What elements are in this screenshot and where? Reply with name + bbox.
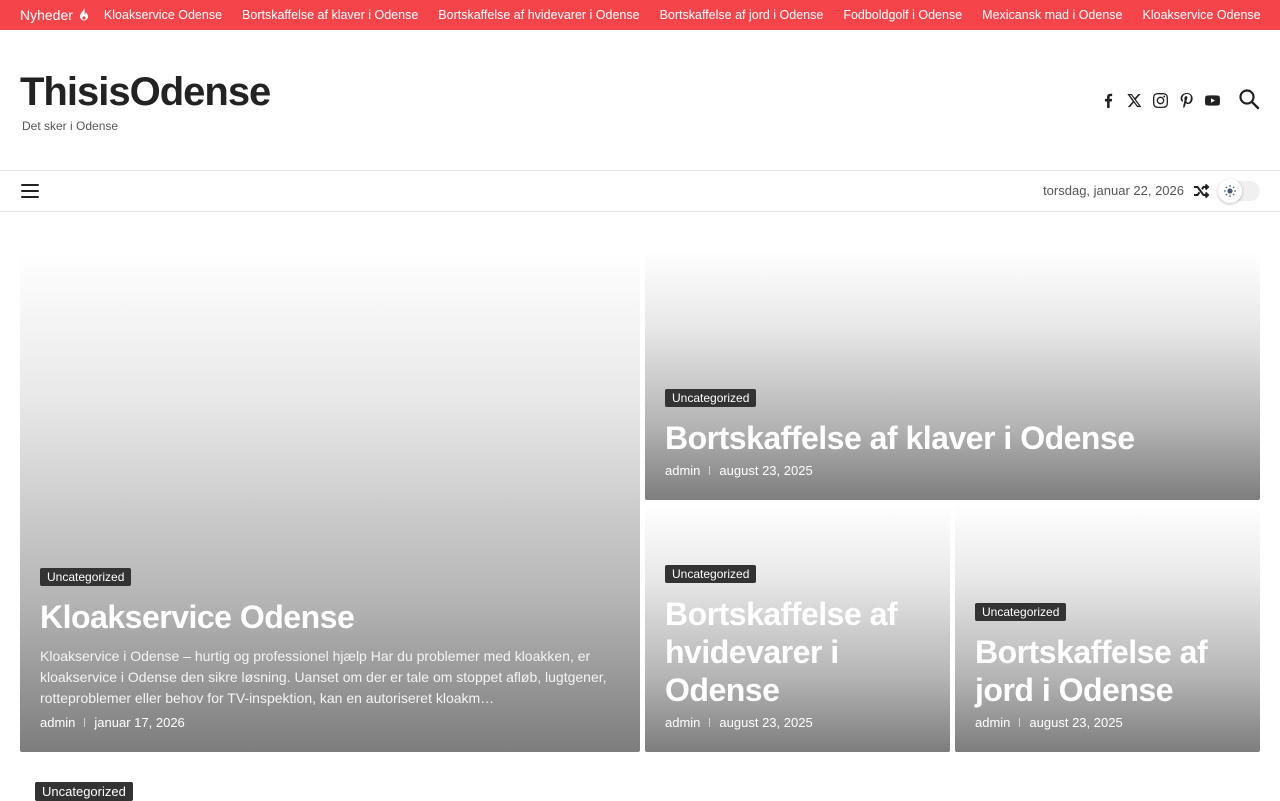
ticker-item[interactable]: Bortskaffelse af hvidevarer i Odense xyxy=(438,8,639,22)
shuffle-icon[interactable] xyxy=(1192,182,1210,200)
post-meta: admin januar 17, 2026 xyxy=(40,715,620,730)
post-card[interactable]: Uncategorized Bortskaffelse af klaver i … xyxy=(645,252,1260,500)
category-badge[interactable]: Uncategorized xyxy=(665,389,757,407)
meta-separator xyxy=(709,718,711,727)
post-date: august 23, 2025 xyxy=(1029,715,1123,730)
toggle-knob xyxy=(1218,179,1242,203)
social-links xyxy=(1100,90,1220,110)
site-title[interactable]: ThisisOdense xyxy=(20,70,271,115)
post-author[interactable]: admin xyxy=(975,715,1010,730)
ticker-item[interactable]: Fodboldgolf i Odense xyxy=(843,8,962,22)
post-date: august 23, 2025 xyxy=(719,715,813,730)
post-title[interactable]: Kloakservice Odense xyxy=(40,598,620,636)
category-badge[interactable]: Uncategorized xyxy=(40,568,132,586)
post-meta: admin august 23, 2025 xyxy=(665,715,930,730)
post-title[interactable]: Bortskaffelse af jord i Odense xyxy=(975,633,1240,709)
instagram-icon[interactable] xyxy=(1152,90,1168,110)
ticker-item[interactable]: Kloakservice Odense xyxy=(104,8,222,22)
post-excerpt: Kloakservice i Odense – hurtig og profes… xyxy=(40,648,607,706)
youtube-icon[interactable] xyxy=(1204,90,1220,110)
post-meta: admin august 23, 2025 xyxy=(665,463,1240,478)
ticker-label: Nyheder xyxy=(20,7,90,23)
site-header: ThisisOdense Det sker i Odense xyxy=(0,30,1280,170)
sun-icon xyxy=(1224,185,1236,197)
news-ticker: Nyheder Kloakservice Odense Bortskaffels… xyxy=(0,0,1280,30)
site-tagline: Det sker i Odense xyxy=(22,119,119,133)
post-title[interactable]: Bortskaffelse af klaver i Odense xyxy=(665,419,1240,457)
ticker-item[interactable]: Kloakservice Odense xyxy=(1143,8,1261,22)
post-card[interactable]: Uncategorized Bortskaffelse af hvidevare… xyxy=(645,505,950,752)
post-title[interactable]: Bortskaffelse af hvidevarer i Odense xyxy=(665,595,930,709)
main-navbar: torsdag, januar 22, 2026 xyxy=(0,170,1280,212)
post-meta: admin august 23, 2025 xyxy=(975,715,1240,730)
dark-mode-toggle[interactable] xyxy=(1218,179,1260,203)
x-icon[interactable] xyxy=(1126,90,1142,110)
meta-separator xyxy=(1019,718,1021,727)
category-badge[interactable]: Uncategorized xyxy=(665,565,757,583)
post-date: august 23, 2025 xyxy=(719,463,813,478)
card-content: Uncategorized Bortskaffelse af jord i Od… xyxy=(975,603,1240,730)
ticker-item[interactable]: Bortskaffelse af klaver i Odense xyxy=(242,8,418,22)
ticker-item[interactable]: Mexicansk mad i Odense xyxy=(982,8,1122,22)
pinterest-icon[interactable] xyxy=(1178,90,1194,110)
card-content: Uncategorized Bortskaffelse af klaver i … xyxy=(665,389,1240,478)
post-author[interactable]: admin xyxy=(665,463,700,478)
category-badge[interactable]: Uncategorized xyxy=(35,782,133,801)
current-date: torsdag, januar 22, 2026 xyxy=(1043,183,1184,198)
facebook-icon[interactable] xyxy=(1100,90,1116,110)
search-icon[interactable] xyxy=(1238,88,1260,110)
ticker-item[interactable]: Bortskaffelse af jord i Odense xyxy=(660,8,824,22)
post-author[interactable]: admin xyxy=(665,715,700,730)
featured-post-card[interactable]: Uncategorized Kloakservice Odense Kloaks… xyxy=(20,252,640,752)
meta-separator xyxy=(84,718,86,727)
post-card[interactable]: Uncategorized Bortskaffelse af jord i Od… xyxy=(955,505,1260,752)
menu-icon[interactable] xyxy=(21,184,39,198)
category-badge[interactable]: Uncategorized xyxy=(975,603,1067,621)
card-content: Uncategorized Bortskaffelse af hvidevare… xyxy=(665,565,930,730)
meta-separator xyxy=(709,466,711,475)
flame-icon xyxy=(79,8,88,21)
card-content: Uncategorized Kloakservice Odense Kloaks… xyxy=(40,568,620,730)
post-author[interactable]: admin xyxy=(40,715,75,730)
post-date: januar 17, 2026 xyxy=(94,715,185,730)
